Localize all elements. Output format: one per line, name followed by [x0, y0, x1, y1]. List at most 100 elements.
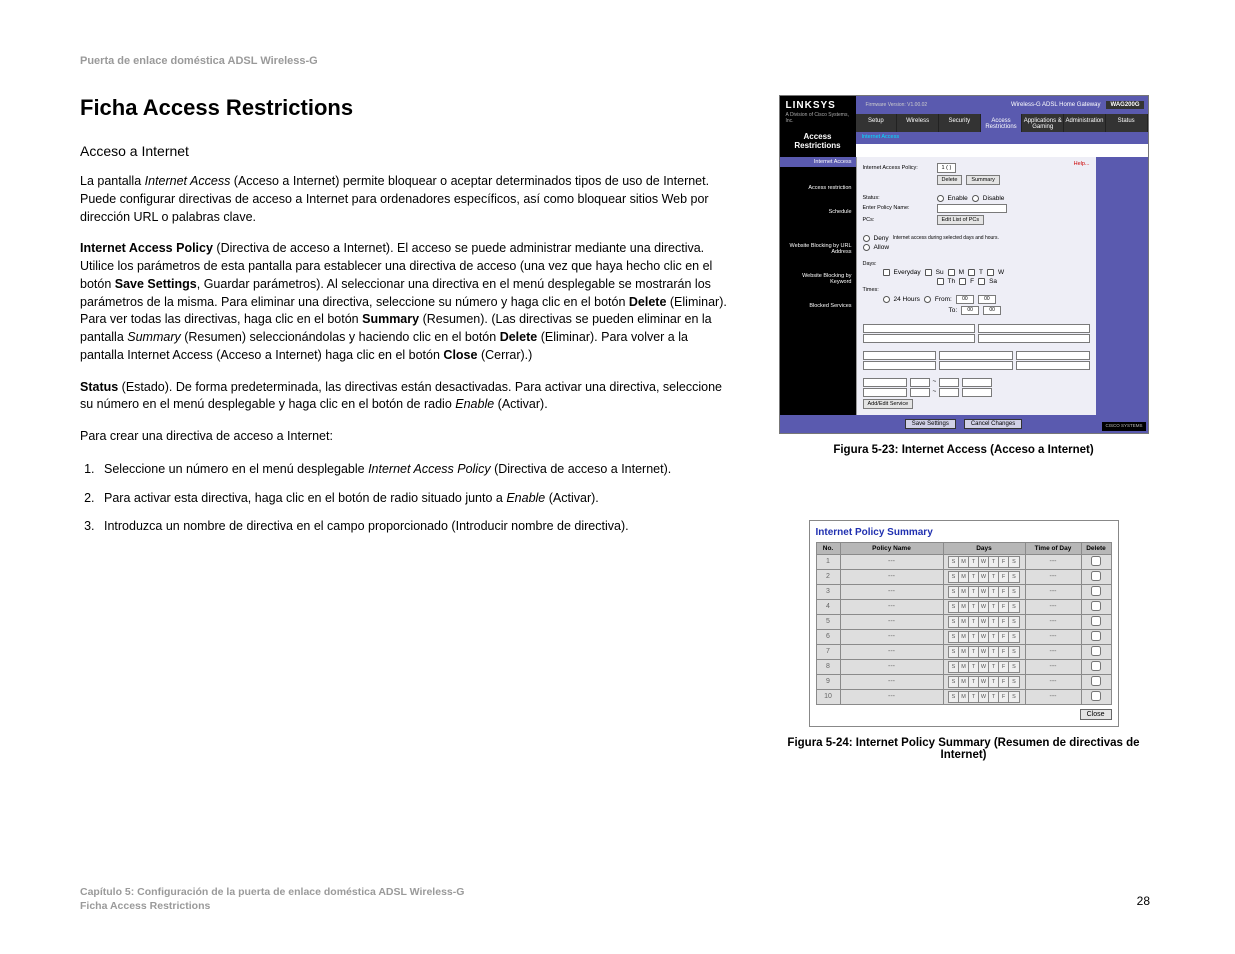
tab-wireless[interactable]: Wireless	[897, 114, 939, 132]
day-cell: M	[959, 692, 969, 702]
days-grid: SMTWTFS	[948, 661, 1020, 673]
tab-administration[interactable]: Administration	[1064, 114, 1106, 132]
cell-delete	[1081, 569, 1111, 584]
keyword-input[interactable]	[863, 361, 937, 370]
delete-checkbox[interactable]	[1091, 646, 1101, 656]
edit-pcs-button[interactable]: Edit List of PCs	[937, 215, 985, 225]
delete-checkbox[interactable]	[1091, 556, 1101, 566]
url-input[interactable]	[863, 334, 975, 343]
disable-radio[interactable]	[972, 195, 979, 202]
sa-check[interactable]	[978, 278, 985, 285]
url-input[interactable]	[863, 324, 975, 333]
to-mm[interactable]: 00	[983, 306, 1001, 315]
keyword-input[interactable]	[939, 361, 1013, 370]
days-checks: Everyday Su M T W	[883, 269, 1090, 276]
day-cell: S	[1009, 617, 1019, 627]
proto-select[interactable]	[962, 388, 992, 397]
h24-radio[interactable]	[883, 296, 890, 303]
delete-checkbox[interactable]	[1091, 631, 1101, 641]
tab-access-restrictions[interactable]: Access Restrictions	[981, 114, 1023, 132]
day-cell: F	[999, 587, 1009, 597]
day-cell: W	[979, 617, 989, 627]
day-cell: T	[989, 617, 999, 627]
f-check[interactable]	[959, 278, 966, 285]
delete-checkbox[interactable]	[1091, 661, 1101, 671]
allow-radio[interactable]	[863, 244, 870, 251]
service-select[interactable]	[863, 388, 907, 397]
delete-checkbox[interactable]	[1091, 676, 1101, 686]
name-input[interactable]	[937, 204, 1007, 213]
service-select[interactable]	[863, 378, 907, 387]
day-cell: T	[969, 617, 979, 627]
subtab-internet-access[interactable]: Internet Access	[862, 134, 900, 140]
to-hh[interactable]: 00	[961, 306, 979, 315]
port-input[interactable]	[910, 388, 930, 397]
figure-internet-access: LINKSYS A Division of Cisco Systems, Inc…	[779, 95, 1149, 434]
close-button[interactable]: Close	[1080, 709, 1112, 720]
deny-label: Deny	[874, 235, 889, 242]
days-field: Days:	[863, 261, 1090, 267]
keyword-input[interactable]	[939, 351, 1013, 360]
day-cell: F	[999, 662, 1009, 672]
status-paragraph: Status (Estado). De forma predeterminada…	[80, 379, 735, 415]
day-cell: T	[989, 647, 999, 657]
sa-label: Sa	[989, 278, 997, 285]
day-cell: S	[1009, 587, 1019, 597]
delete-checkbox[interactable]	[1091, 601, 1101, 611]
keyword-input[interactable]	[1016, 361, 1090, 370]
text-bold: Close	[443, 348, 477, 362]
from-hh[interactable]: 00	[956, 295, 974, 304]
delete-button[interactable]: Delete	[937, 175, 963, 185]
delete-checkbox[interactable]	[1091, 616, 1101, 626]
delete-checkbox[interactable]	[1091, 586, 1101, 596]
cell-time: ---	[1025, 554, 1081, 569]
url-input[interactable]	[978, 334, 1090, 343]
summary-button[interactable]: Summary	[966, 175, 1000, 185]
delete-checkbox[interactable]	[1091, 691, 1101, 701]
port-input[interactable]	[910, 378, 930, 387]
cancel-changes-button[interactable]: Cancel Changes	[964, 419, 1022, 429]
from-mm[interactable]: 00	[978, 295, 996, 304]
keyword-input[interactable]	[1016, 351, 1090, 360]
day-cell: F	[999, 602, 1009, 612]
text-bold: Summary	[362, 312, 419, 326]
tab-applications-gaming[interactable]: Applications & Gaming	[1022, 114, 1064, 132]
tab-setup[interactable]: Setup	[856, 114, 898, 132]
help-link[interactable]: Help...	[1074, 161, 1090, 167]
text: Restrictions	[794, 141, 840, 150]
cell-name: ---	[840, 599, 943, 614]
m-label: M	[959, 269, 964, 276]
delete-checkbox[interactable]	[1091, 571, 1101, 581]
addedit-button[interactable]: Add/Edit Service	[863, 399, 914, 409]
port-input[interactable]	[939, 378, 959, 387]
tab-status[interactable]: Status	[1106, 114, 1148, 132]
save-settings-button[interactable]: Save Settings	[905, 419, 956, 429]
create-paragraph: Para crear una directiva de acceso a Int…	[80, 428, 735, 446]
th-check[interactable]	[937, 278, 944, 285]
policy-select[interactable]: 1 ( )	[937, 163, 957, 173]
right-blue-panel	[1096, 157, 1148, 415]
su-check[interactable]	[925, 269, 932, 276]
port-input[interactable]	[939, 388, 959, 397]
deny-radio[interactable]	[863, 235, 870, 242]
keyword-row-1	[863, 351, 1090, 360]
sidebar-block-url: Website Blocking by URL Address	[784, 243, 852, 255]
from-radio[interactable]	[924, 296, 931, 303]
cell-days: SMTWTFS	[943, 674, 1025, 689]
table-row: 9---SMTWTFS---	[816, 674, 1111, 689]
proto-select[interactable]	[962, 378, 992, 387]
step-1: Seleccione un número en el menú desplega…	[98, 460, 735, 479]
text: Access	[803, 132, 831, 141]
w-check[interactable]	[987, 269, 994, 276]
m-check[interactable]	[948, 269, 955, 276]
enable-radio[interactable]	[937, 195, 944, 202]
service-row-1: ~	[863, 378, 1090, 387]
url-input[interactable]	[978, 324, 1090, 333]
keyword-input[interactable]	[863, 351, 937, 360]
t-check[interactable]	[968, 269, 975, 276]
keyword-row-2	[863, 361, 1090, 370]
sidebar-internet-access: Internet Access	[780, 157, 856, 167]
tab-security[interactable]: Security	[939, 114, 981, 132]
everyday-check[interactable]	[883, 269, 890, 276]
policy-paragraph: Internet Access Policy (Directiva de acc…	[80, 240, 735, 364]
